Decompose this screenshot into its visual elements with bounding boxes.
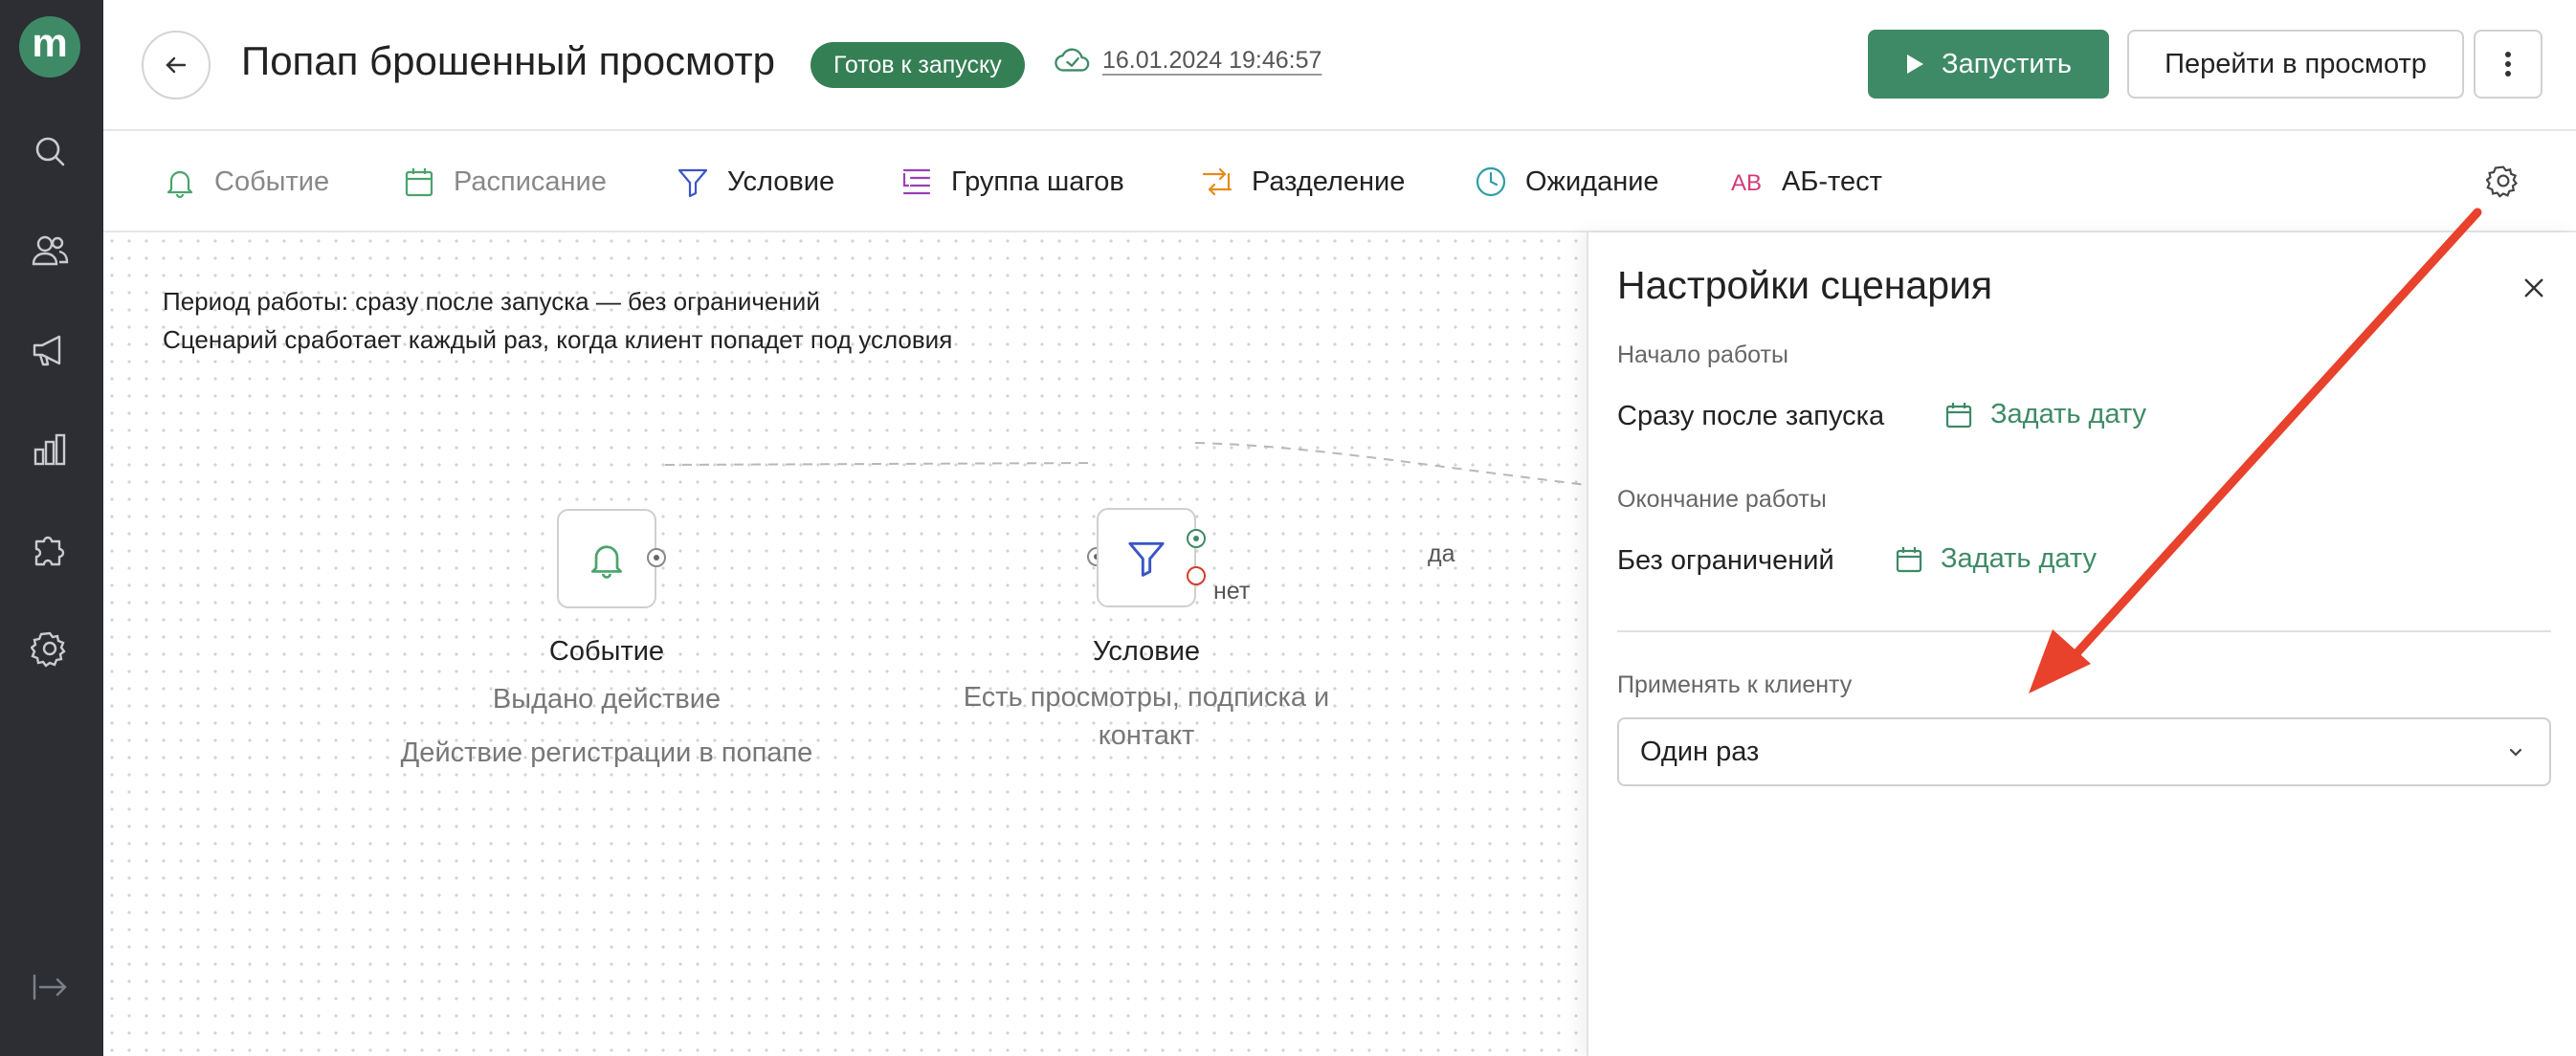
event-node-title: Событие (548, 636, 665, 667)
tool-split[interactable]: Разделение (1200, 160, 1405, 204)
clock-icon (1476, 166, 1506, 197)
condition-no-port[interactable] (1187, 566, 1206, 585)
more-menu-button[interactable] (2474, 30, 2543, 99)
page-title: Попап брошенный просмотр (241, 38, 775, 83)
megaphone-icon[interactable] (29, 329, 71, 371)
event-node-desc: Выдано действие Действие регистрации в п… (367, 680, 846, 772)
condition-yes-port[interactable] (1187, 529, 1206, 548)
svg-text:AB: AB (1731, 170, 1762, 196)
panel-divider (1617, 630, 2551, 632)
apply-frequency-value: Один раз (1640, 736, 1760, 767)
step-toolbar: Событие Расписание Условие Группа шагов … (103, 131, 2576, 232)
split-icon (1202, 167, 1232, 196)
start-value: Сразу после запуска (1617, 401, 1885, 431)
scenario-settings-panel: Настройки сценария Начало работы Сразу п… (1587, 232, 2576, 1056)
end-label: Окончание работы (1617, 486, 1827, 513)
filter-icon (677, 168, 708, 198)
end-value: Без ограничений (1617, 545, 1834, 576)
puzzle-icon[interactable] (29, 528, 71, 570)
connection-lines (664, 442, 1587, 486)
tool-step-group-label: Группа шагов (951, 165, 1124, 197)
header: Попап брошенный просмотр Готов к запуску… (103, 0, 2576, 131)
tool-condition[interactable]: Условие (676, 160, 834, 204)
ab-icon: AB (1731, 170, 1762, 196)
save-status: 16.01.2024 19:46:57 (1055, 46, 1321, 75)
chevron-down-icon (2509, 748, 2522, 757)
app-logo[interactable]: m (19, 16, 80, 77)
preview-button-label: Перейти в просмотр (2165, 48, 2427, 79)
panel-title: Настройки сценария (1617, 263, 1993, 307)
run-button-label: Запустить (1942, 48, 2072, 79)
step-group-icon (902, 168, 931, 195)
gear-icon[interactable] (29, 627, 71, 670)
filter-icon (1128, 541, 1165, 577)
condition-node-desc-line1: Есть просмотры, подписка и (963, 682, 1330, 713)
calendar-icon (1945, 402, 1972, 428)
tool-ab-test-label: АБ-тест (1782, 165, 1882, 197)
apply-label: Применять к клиенту (1617, 671, 1853, 698)
edge-label-no: нет (1213, 578, 1251, 605)
apply-frequency-select[interactable]: Один раз (1617, 717, 2551, 786)
play-icon (1907, 55, 1924, 74)
tool-event-label: Событие (214, 165, 330, 197)
cloud-check-icon (1055, 48, 1090, 72)
condition-node-desc: Есть просмотры, подписка и контакт (907, 678, 1386, 755)
tool-split-label: Разделение (1252, 165, 1406, 197)
tool-step-group[interactable]: Группа шагов (899, 160, 1124, 204)
start-set-date-label: Задать дату (1990, 399, 2147, 429)
tool-event[interactable]: Событие (163, 160, 329, 204)
arrow-left-icon (166, 56, 187, 74)
back-button[interactable] (142, 31, 211, 99)
calendar-icon (1896, 546, 1922, 572)
tool-condition-label: Условие (727, 165, 835, 197)
tool-ab-test[interactable]: AB АБ-тест (1730, 160, 1882, 204)
end-set-date-label: Задать дату (1941, 543, 2098, 574)
run-button[interactable]: Запустить (1868, 30, 2109, 99)
preview-button[interactable]: Перейти в просмотр (2127, 30, 2464, 99)
condition-node-desc-line2: контакт (1098, 720, 1195, 751)
toolbar-settings-gear-icon[interactable] (2485, 164, 2524, 202)
scenario-canvas[interactable]: Период работы: сразу после запуска — без… (103, 232, 1587, 1056)
condition-node[interactable] (1097, 508, 1196, 607)
bar-chart-icon[interactable] (29, 429, 71, 471)
bell-icon (590, 545, 623, 579)
close-icon[interactable] (2517, 271, 2551, 305)
tool-schedule[interactable]: Расписание (402, 160, 607, 204)
collapse-sidebar-icon[interactable] (29, 966, 71, 1008)
sidebar: m (0, 0, 103, 1056)
event-node-desc-line1: Выдано действие (492, 684, 722, 715)
edge-label-yes: да (1428, 540, 1455, 567)
search-icon[interactable] (29, 130, 71, 172)
bell-icon (167, 170, 193, 199)
end-set-date-link[interactable]: Задать дату (1895, 543, 2097, 575)
event-node[interactable] (557, 509, 656, 608)
calendar-icon (405, 168, 433, 197)
more-vertical-icon (2505, 52, 2511, 77)
tool-wait[interactable]: Ожидание (1474, 160, 1659, 204)
start-label: Начало работы (1617, 341, 1788, 368)
tool-schedule-label: Расписание (454, 165, 607, 197)
event-node-desc-line2: Действие регистрации в попапе (400, 737, 813, 768)
logo-letter: m (32, 20, 68, 65)
start-set-date-link[interactable]: Задать дату (1944, 399, 2146, 430)
saved-timestamp[interactable]: 16.01.2024 19:46:57 (1102, 47, 1321, 75)
status-badge: Готов к запуску (811, 42, 1025, 88)
tool-wait-label: Ожидание (1525, 165, 1659, 197)
users-icon[interactable] (29, 230, 71, 272)
condition-node-title: Условие (1092, 636, 1201, 667)
event-node-output-port[interactable] (647, 548, 666, 567)
